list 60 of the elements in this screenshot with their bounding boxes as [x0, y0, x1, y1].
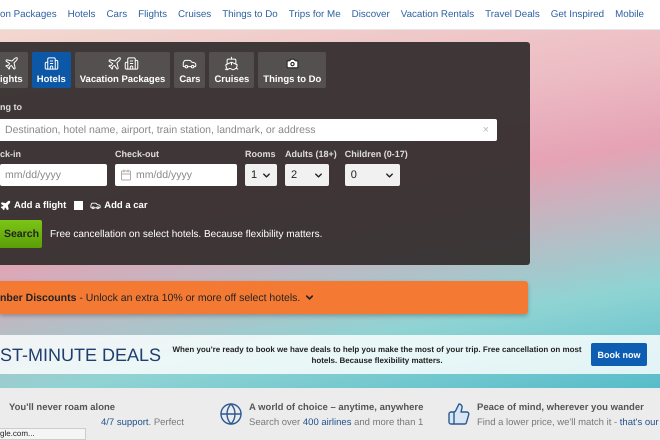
- nav-link[interactable]: on Packages: [0, 9, 57, 20]
- thumbs-up-icon: [447, 402, 471, 426]
- deals-heading: ST-MINUTE DEALS: [0, 344, 162, 366]
- date-input[interactable]: mm/dd/yyyy: [5, 169, 102, 181]
- field-label: Rooms: [245, 149, 277, 161]
- nav-link[interactable]: Get Inspired: [550, 9, 604, 20]
- feature-link[interactable]: 400 airlines: [302, 417, 352, 428]
- nav-link[interactable]: Trips for Me: [288, 9, 341, 20]
- book-now-button[interactable]: Book now: [591, 343, 648, 366]
- ship-icon: [224, 56, 240, 71]
- nav-link[interactable]: Cruises: [178, 9, 212, 20]
- nav-link[interactable]: Travel Deals: [485, 9, 540, 20]
- feature-text: Find a lower price, we'll match it - that's our: [477, 417, 659, 428]
- feature-title: A world of choice – anytime, anywhere: [249, 402, 424, 413]
- date-field[interactable]: mm/dd/yyyy: [115, 164, 237, 186]
- checkbox[interactable]: [74, 200, 84, 210]
- date-field[interactable]: mm/dd/yyyy: [0, 164, 107, 186]
- nav-link[interactable]: Cars: [106, 9, 128, 20]
- member-discount-banner[interactable]: nber Discounts - Unlock an extra 10% or more off select hotels.: [0, 281, 528, 314]
- nav-link[interactable]: Discover: [352, 9, 390, 20]
- feature-title: Peace of mind, wherever you wander: [477, 402, 645, 413]
- field-label: ck-in: [0, 149, 22, 161]
- date-input[interactable]: mm/dd/yyyy: [136, 169, 232, 181]
- checkbox-label[interactable]: Add a flight: [14, 200, 66, 210]
- building-icon: [124, 56, 139, 71]
- search-tab[interactable]: Hotels: [32, 52, 71, 88]
- building-icon: [44, 56, 59, 71]
- plane-icon: [4, 56, 19, 71]
- search-tab[interactable]: Cars: [174, 52, 206, 88]
- checkbox-label[interactable]: Add a car: [104, 200, 148, 210]
- field-label: Check-out: [115, 149, 160, 161]
- feature-link[interactable]: that's our: [620, 417, 659, 428]
- plane-icon: [0, 200, 11, 210]
- nav-link[interactable]: Things to Do: [222, 9, 278, 20]
- search-tab[interactable]: Cruises: [209, 52, 254, 88]
- nav-link[interactable]: Hotels: [68, 9, 96, 20]
- dropdown[interactable]: 0: [344, 164, 400, 186]
- status-tooltip: gle.com...: [0, 428, 86, 440]
- field-label: ng to: [0, 102, 23, 114]
- cancellation-note: Free cancellation on select hotels. Because flexibility matters.: [50, 228, 322, 240]
- nav-link[interactable]: Vacation Rentals: [400, 9, 474, 20]
- dropdown[interactable]: 1: [245, 164, 277, 186]
- search-tab[interactable]: ights: [0, 52, 28, 88]
- field-label: Adults (18+): [285, 149, 337, 161]
- camera-icon: [286, 57, 299, 70]
- field-label: Children (0-17): [344, 149, 408, 161]
- feature-title: You'll never roam alone: [9, 402, 116, 413]
- search-tab[interactable]: Vacation Packages: [74, 52, 170, 88]
- nav-link[interactable]: Mobile: [615, 9, 644, 20]
- search-tab[interactable]: Things to Do: [258, 52, 326, 88]
- globe-icon: [219, 402, 243, 426]
- search-button[interactable]: Search: [0, 220, 42, 248]
- deals-text: When you're ready to book we have deals to help you make the most of your trip. Free cancellation on most hotels. Because flexibility matters.: [171, 344, 583, 366]
- plane-icon: [106, 56, 122, 71]
- calendar-icon: [120, 169, 132, 181]
- dropdown[interactable]: 2: [285, 164, 329, 186]
- feature-link[interactable]: 4/7 support: [101, 417, 149, 428]
- feature-text: 4/7 support. Perfect: [100, 417, 184, 428]
- nav-link[interactable]: Flights: [138, 9, 167, 20]
- feature-text: Search over 400 airlines and more than 1: [249, 417, 424, 428]
